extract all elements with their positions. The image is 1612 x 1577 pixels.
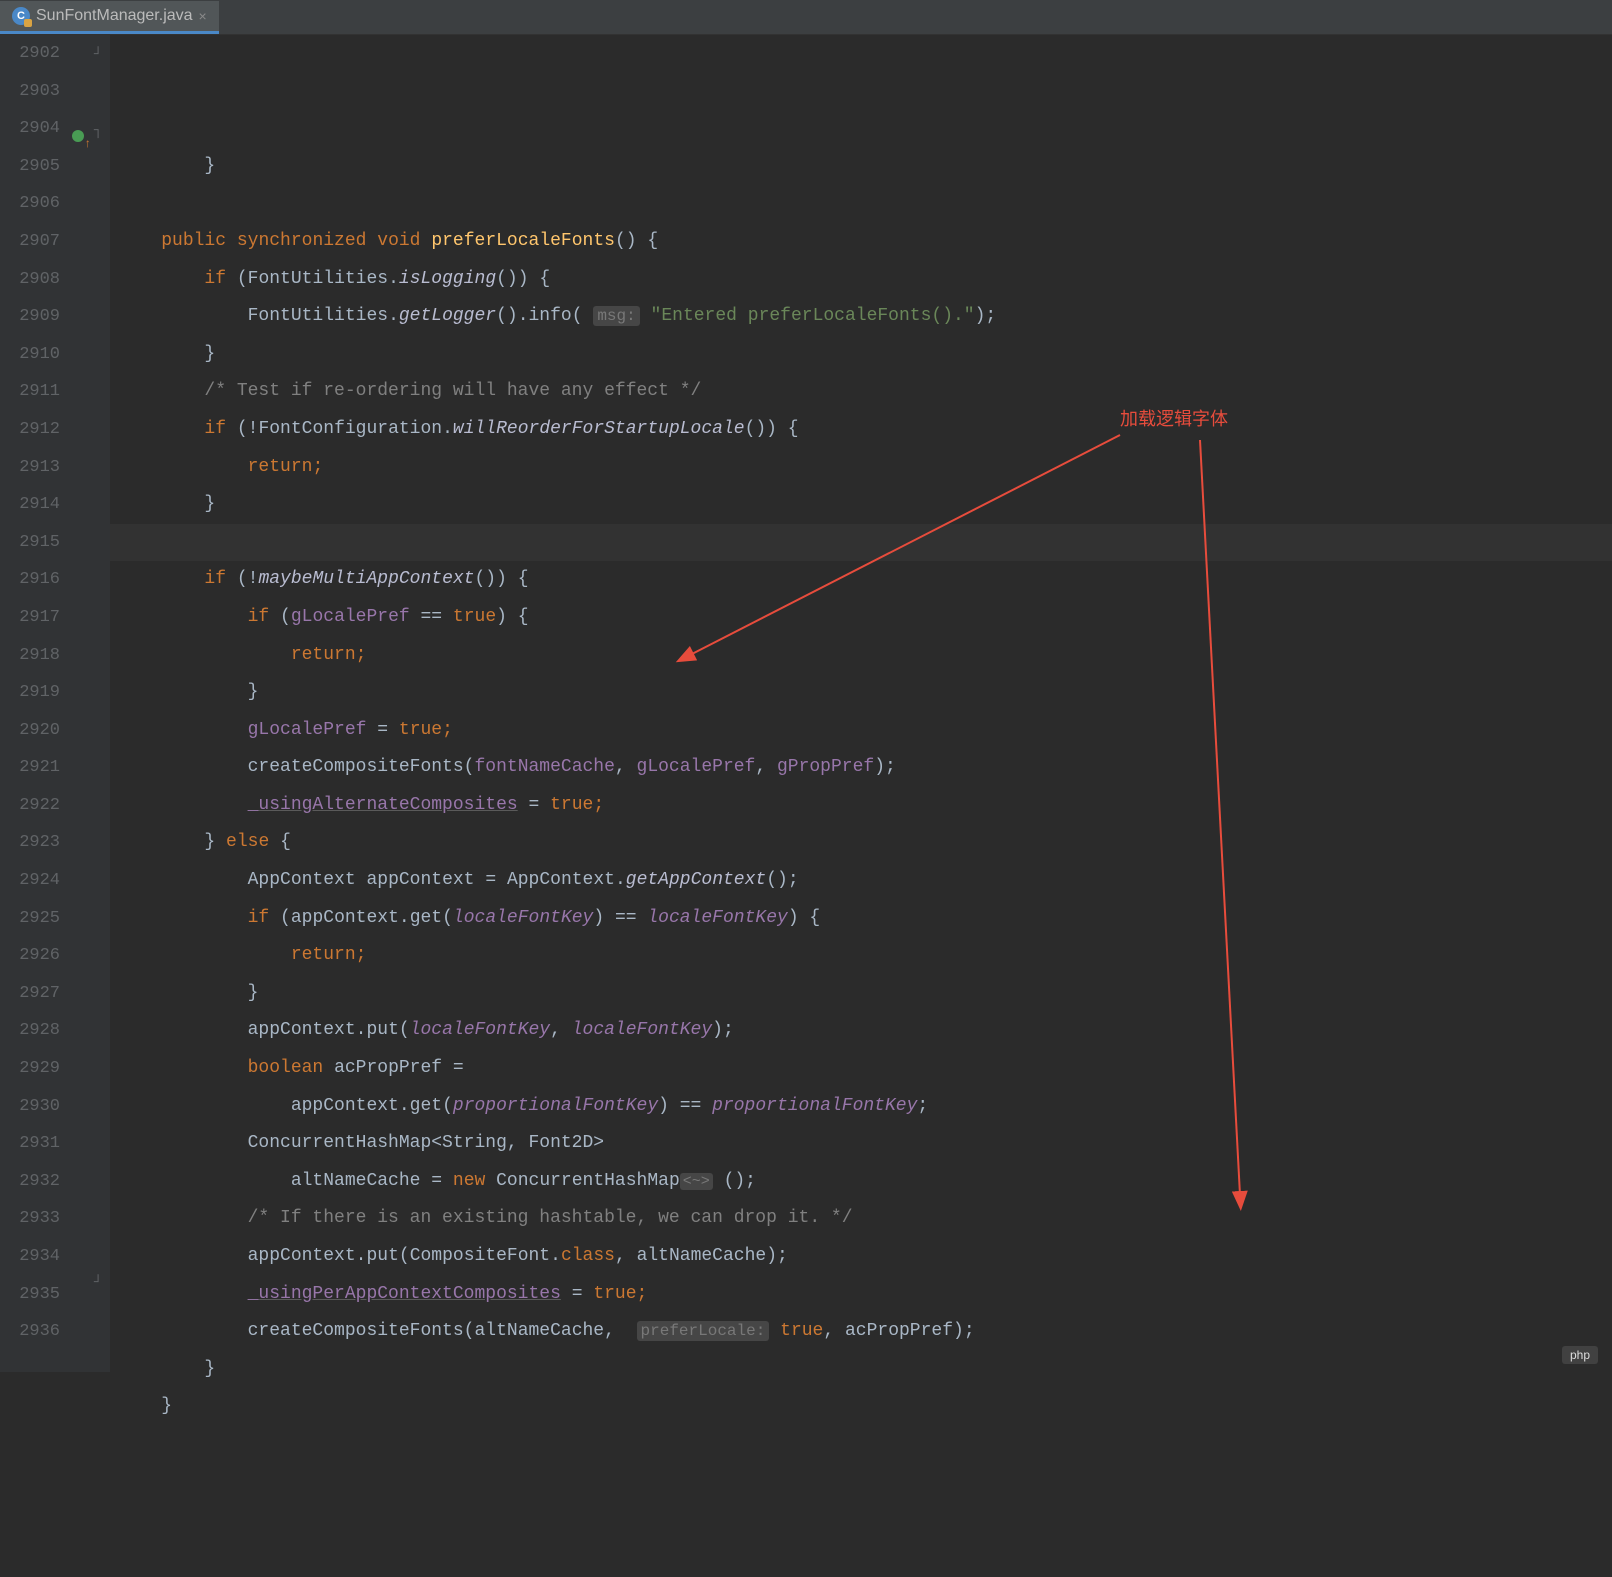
line-number: 2935 bbox=[0, 1276, 60, 1314]
line-number: 2916 bbox=[0, 561, 60, 599]
line-number: 2906 bbox=[0, 185, 60, 223]
line-number: 2919 bbox=[0, 674, 60, 712]
line-number: 2924 bbox=[0, 862, 60, 900]
line-number: 2926 bbox=[0, 937, 60, 975]
line-number: 2903 bbox=[0, 73, 60, 111]
line-number: 2927 bbox=[0, 975, 60, 1013]
line-number: 2911 bbox=[0, 373, 60, 411]
fold-column: ┘ ┐ ┘ bbox=[90, 35, 110, 1372]
line-number: 2908 bbox=[0, 261, 60, 299]
line-number: 2920 bbox=[0, 712, 60, 750]
code-editor[interactable]: 2902290329042905290629072908290929102911… bbox=[0, 35, 1612, 1372]
override-gutter-icon[interactable] bbox=[72, 130, 84, 142]
java-class-icon: C bbox=[12, 7, 30, 25]
line-number: 2915 bbox=[0, 524, 60, 562]
code-area[interactable]: } public synchronized void preferLocaleF… bbox=[110, 35, 1612, 1372]
line-number: 2932 bbox=[0, 1163, 60, 1201]
annotation-label: 加载逻辑字体 bbox=[1120, 405, 1228, 431]
line-number: 2929 bbox=[0, 1050, 60, 1088]
fold-end-icon[interactable]: ┘ bbox=[94, 1275, 102, 1291]
line-number: 2925 bbox=[0, 900, 60, 938]
line-number: 2930 bbox=[0, 1088, 60, 1126]
line-number: 2914 bbox=[0, 486, 60, 524]
line-number: 2922 bbox=[0, 787, 60, 825]
line-number: 2913 bbox=[0, 449, 60, 487]
line-gutter: 2902290329042905290629072908290929102911… bbox=[0, 35, 90, 1372]
line-number: 2936 bbox=[0, 1313, 60, 1351]
line-number: 2931 bbox=[0, 1125, 60, 1163]
tab-active[interactable]: C SunFontManager.java × bbox=[0, 1, 219, 34]
line-number: 2933 bbox=[0, 1200, 60, 1238]
line-number: 2907 bbox=[0, 223, 60, 261]
line-number: 2917 bbox=[0, 599, 60, 637]
line-number: 2918 bbox=[0, 637, 60, 675]
line-number: 2909 bbox=[0, 298, 60, 336]
line-number: 2923 bbox=[0, 824, 60, 862]
tab-filename: SunFontManager.java bbox=[36, 7, 193, 25]
line-number: 2912 bbox=[0, 411, 60, 449]
fold-end-icon[interactable]: ┘ bbox=[94, 47, 102, 63]
tab-bar: C SunFontManager.java × bbox=[0, 0, 1612, 35]
close-icon[interactable]: × bbox=[199, 8, 207, 24]
line-number: 2910 bbox=[0, 336, 60, 374]
line-number: 2902 bbox=[0, 35, 60, 73]
fold-start-icon[interactable]: ┐ bbox=[94, 123, 102, 139]
code-content: } public synchronized void preferLocaleF… bbox=[118, 148, 1612, 1426]
line-number: 2934 bbox=[0, 1238, 60, 1276]
line-number: 2928 bbox=[0, 1012, 60, 1050]
line-number: 2921 bbox=[0, 749, 60, 787]
line-number: 2905 bbox=[0, 148, 60, 186]
line-number: 2904 bbox=[0, 110, 60, 148]
